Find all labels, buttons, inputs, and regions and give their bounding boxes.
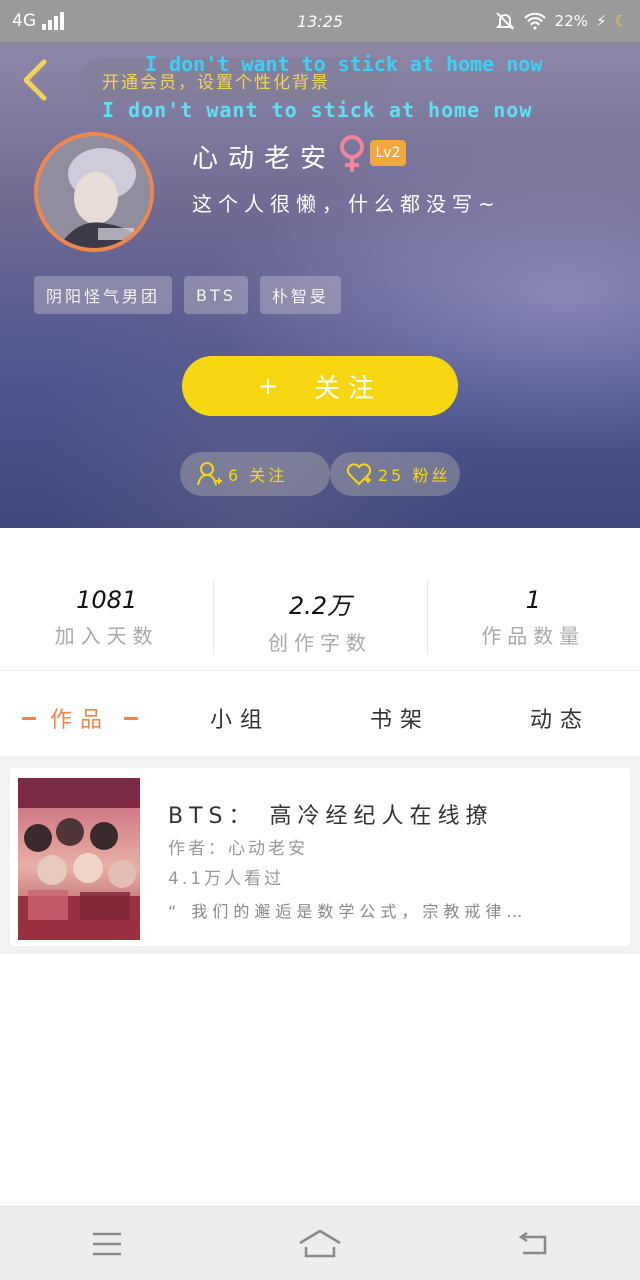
chevron-left-icon <box>23 59 47 101</box>
profile-tabs: 作品 小组 书架 动态 <box>0 690 640 746</box>
tab-label: 作品 <box>49 708 110 733</box>
lyric-line-2: I don't want to stick at home now <box>102 98 533 122</box>
app-root: 4G 13:25 22% ⚡ ☾ 开通会员，设置个性化背景 I don't wa… <box>0 0 640 1280</box>
fans-count: 25 粉丝 <box>378 466 451 485</box>
tab-label: 小组 <box>209 708 270 733</box>
menu-button[interactable] <box>67 1214 147 1274</box>
tab-bookshelf[interactable]: 书架 <box>320 690 480 746</box>
stat-label: 加入天数 <box>54 624 159 648</box>
fans-count-button[interactable]: 25 粉丝 <box>330 452 460 496</box>
lyric-line-1: I don't want to stick at home now <box>145 52 543 76</box>
book-views: 4.1万人看过 <box>168 869 285 889</box>
status-left: 4G <box>12 11 212 31</box>
signal-icon <box>42 12 64 30</box>
avatar[interactable] <box>34 132 154 252</box>
tag-list: 阴阳怪气男团 BTS 朴智旻 <box>34 276 341 314</box>
book-cover-image <box>18 778 140 940</box>
home-button[interactable] <box>280 1214 360 1274</box>
tag-item[interactable]: 阴阳怪气男团 <box>34 276 173 314</box>
profile-stats: 1081 加入天数 2.2万 创作字数 1 作品数量 <box>0 560 640 660</box>
stat-word-count: 2.2万 创作字数 <box>213 560 426 660</box>
stat-works-count: 1 作品数量 <box>426 560 640 660</box>
home-icon <box>299 1229 341 1257</box>
status-time: 13:25 <box>296 11 344 31</box>
book-excerpt: “ 我们的邂逅是数学公式，宗教戒律… <box>168 902 528 921</box>
status-right: 22% ⚡ ☾ <box>428 11 628 31</box>
system-nav-bar <box>0 1206 640 1280</box>
back-button[interactable] <box>16 56 52 104</box>
following-count-button[interactable]: 6 关注 <box>180 452 330 496</box>
mute-bell-icon <box>495 12 515 30</box>
stat-label: 创作字数 <box>267 631 372 655</box>
book-author: 作者：心动老安 <box>168 839 308 859</box>
tag-item[interactable]: BTS <box>184 276 248 314</box>
battery-level: 22% <box>554 12 588 30</box>
stat-value: 1 <box>525 586 541 614</box>
stat-value: 2.2万 <box>288 592 352 620</box>
stat-join-days: 1081 加入天数 <box>0 560 213 660</box>
divider <box>0 670 640 671</box>
username: 心动老安 <box>192 144 337 174</box>
wifi-icon <box>523 12 546 30</box>
tab-label: 书架 <box>369 708 430 733</box>
plus-icon: + <box>257 372 287 400</box>
moon-icon: ☾ <box>614 12 628 30</box>
follow-button[interactable]: + 关注 <box>182 356 458 416</box>
back-nav-button[interactable] <box>493 1214 573 1274</box>
tab-indicator <box>21 716 36 720</box>
follow-label: 关注 <box>314 373 383 404</box>
tab-groups[interactable]: 小组 <box>160 690 320 746</box>
stat-value: 1081 <box>76 586 138 614</box>
menu-icon <box>92 1232 121 1255</box>
work-card[interactable]: BTS： 高冷经纪人在线撩 作者：心动老安 4.1万人看过 “ 我们的邂逅是数学… <box>10 768 630 946</box>
level-badge: Lv2 <box>370 140 406 166</box>
bio-text: 这个人很懒，什么都没写~ <box>192 192 501 216</box>
book-cover <box>18 778 140 940</box>
heart-add-icon <box>346 463 372 486</box>
avatar-portrait-icon <box>38 136 150 248</box>
tab-label: 动态 <box>529 708 590 733</box>
network-type: 4G <box>12 11 36 31</box>
stat-label: 作品数量 <box>481 624 586 648</box>
book-title: BTS： 高冷经纪人在线撩 <box>168 804 494 829</box>
following-count: 6 关注 <box>228 466 288 485</box>
user-add-icon <box>197 462 222 486</box>
status-bar: 4G 13:25 22% ⚡ ☾ <box>0 0 640 42</box>
tab-works[interactable]: 作品 <box>0 690 160 746</box>
profile-header: 开通会员，设置个性化背景 I don't want to stick at ho… <box>0 42 640 528</box>
tab-activity[interactable]: 动态 <box>480 690 640 746</box>
tag-item[interactable]: 朴智旻 <box>259 276 341 314</box>
return-icon <box>519 1231 547 1254</box>
tab-indicator <box>124 716 138 720</box>
female-icon <box>336 134 368 174</box>
charging-icon: ⚡ <box>596 12 607 30</box>
